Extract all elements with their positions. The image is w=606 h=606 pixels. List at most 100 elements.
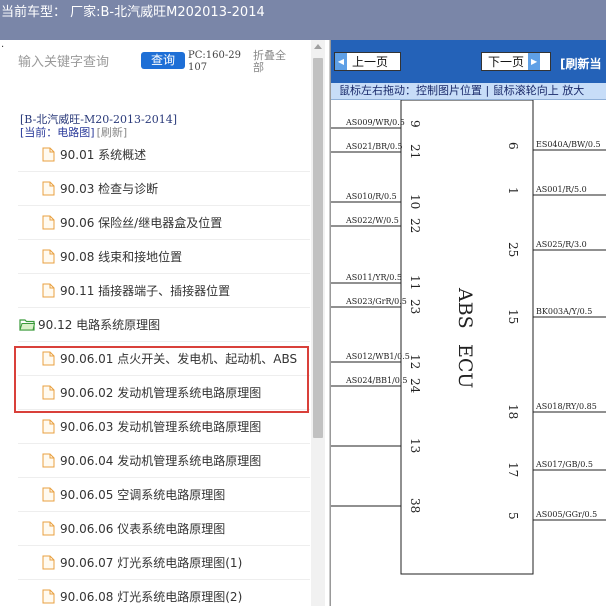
pin-number-right: 5 — [506, 512, 520, 520]
document-icon — [42, 453, 60, 468]
document-icon — [42, 249, 60, 264]
pin-number-left: 12 — [408, 354, 422, 369]
document-icon — [42, 215, 60, 230]
tree-item-label: 90.01 系统概述 — [60, 148, 147, 162]
pin-number-left: 9 — [408, 120, 422, 128]
document-icon — [42, 419, 60, 434]
collapse-all-button[interactable]: 折叠全部 — [253, 50, 293, 74]
prev-page-label: 上一页 — [352, 55, 389, 69]
wire-label-right: AS001/R/5.0 — [535, 185, 587, 194]
tree-item-label: 90.12 电路系统原理图 — [38, 318, 161, 332]
wire-label-left: AS010/R/0.5 — [345, 192, 397, 201]
pin-number-left: 38 — [408, 498, 422, 513]
tree-item-label: 90.06.01 点火开关、发电机、起动机、ABS — [60, 352, 298, 366]
scroll-thumb[interactable] — [313, 58, 323, 438]
tree-item[interactable]: 90.06.07 灯光系统电路原理图(1) — [18, 546, 310, 580]
pin-number-right: 6 — [506, 142, 520, 150]
wire-label-left: AS012/WB1/0.5 — [345, 352, 410, 361]
next-page-button[interactable]: 下一页 ▶ — [481, 52, 551, 71]
pin-number-right: 25 — [506, 242, 520, 257]
tree-item[interactable]: 90.01 系统概述 — [18, 138, 310, 172]
pin-number-right: 17 — [506, 462, 520, 477]
tree-item[interactable]: 90.06.04 发动机管理系统电路原理图 — [18, 444, 310, 478]
wire-label-left: AS021/BR/0.5 — [345, 142, 403, 151]
pin-number-right: 1 — [506, 187, 520, 195]
wire-label-right: AS025/R/3.0 — [535, 240, 587, 249]
wire-label-left: AS023/GrR/0.5 — [345, 297, 407, 306]
pin-number-left: 11 — [408, 275, 422, 290]
search-input[interactable] — [18, 53, 136, 71]
wire-label-left: AS009/WR/0.5 — [345, 118, 405, 127]
viewer-toolbar: ◀ 上一页 下一页 ▶ [刷新当 — [331, 40, 606, 83]
document-icon — [42, 181, 60, 196]
wire-label-left: AS022/W/0.5 — [345, 216, 399, 225]
pin-number-right: 15 — [506, 309, 520, 324]
tree-item[interactable]: 90.06.02 发动机管理系统电路原理图 — [18, 376, 310, 410]
tree-item[interactable]: 90.06.05 空调系统电路原理图 — [18, 478, 310, 512]
wire-label-left: AS011/YR/0.5 — [345, 273, 402, 282]
wiring-diagram[interactable]: ABS ECU AS009/WR/0.5 9 AS021/BR/0.5 21 AS010… — [331, 100, 606, 606]
wire-label-left: AS024/BB1/0.5 — [345, 376, 408, 385]
tree-item[interactable]: 90.06 保险丝/继电器盒及位置 — [18, 206, 310, 240]
wire-label-right: AS017/GB/0.5 — [535, 460, 593, 469]
tree-item-label: 90.06.06 仪表系统电路原理图 — [60, 522, 226, 536]
pin-number-left: 22 — [408, 218, 422, 233]
tree-item-label: 90.08 线束和接地位置 — [60, 250, 183, 264]
scroll-up-arrow-icon[interactable] — [314, 44, 322, 49]
tree-folder[interactable]: 90.12 电路系统原理图 — [18, 308, 310, 342]
document-icon — [42, 283, 60, 298]
document-icon — [42, 385, 60, 400]
pin-number-left: 21 — [408, 144, 422, 159]
pin-number-left: 24 — [408, 378, 422, 394]
wire-label-right: AS005/GGr/0.5 — [535, 510, 597, 519]
tree-item[interactable]: 90.11 插接器端子、插接器位置 — [18, 274, 310, 308]
tree-item-label: 90.11 插接器端子、插接器位置 — [60, 284, 231, 298]
tree-item-label: 90.06 保险丝/继电器盒及位置 — [60, 216, 223, 230]
tree-item[interactable]: 90.08 线束和接地位置 — [18, 240, 310, 274]
tree-item-label: 90.06.04 发动机管理系统电路原理图 — [60, 454, 262, 468]
document-icon — [42, 351, 60, 366]
tree-item[interactable]: 90.03 检查与诊断 — [18, 172, 310, 206]
ecu-label-line2: ECU — [454, 344, 476, 388]
tree-item[interactable]: 90.06.03 发动机管理系统电路原理图 — [18, 410, 310, 444]
document-icon — [42, 487, 60, 502]
header-bar: 当前车型： 厂家:B-北汽威旺M202013-2014 — [0, 0, 606, 40]
app-window: 当前车型： 厂家:B-北汽威旺M202013-2014 · 查询 PC:160-… — [0, 0, 606, 606]
wire-label-right: ES040A/BW/0.5 — [536, 140, 601, 149]
refresh-page-button[interactable]: [刷新当 — [560, 55, 602, 72]
header-title: 当前车型： 厂家:B-北汽威旺M202013-2014 — [1, 5, 265, 20]
next-page-label: 下一页 — [488, 55, 525, 69]
tree-item-label: 90.06.07 灯光系统电路原理图(1) — [60, 556, 243, 570]
tree-item[interactable]: 90.06.01 点火开关、发电机、起动机、ABS — [18, 342, 310, 376]
pin-number-left: 13 — [408, 438, 422, 453]
wire-label-right: AS018/RY/0.85 — [535, 402, 597, 411]
wire-label-right: BK003A/Y/0.5 — [536, 307, 592, 316]
diagram-viewer: ◀ 上一页 下一页 ▶ [刷新当 鼠标左右拖动：控制图片位置 | 鼠标滚轮向上 … — [330, 40, 606, 606]
pin-number-left: 10 — [408, 194, 422, 209]
document-icon — [42, 555, 60, 570]
query-button[interactable]: 查询 — [141, 52, 185, 69]
document-tree: 90.01 系统概述 90.03 检查与诊断 90.06 保险丝/继电器盒及位置 90… — [18, 138, 310, 606]
pc-code: PC:160-29107 — [188, 50, 241, 73]
document-icon — [42, 589, 60, 604]
document-icon — [42, 521, 60, 536]
ecu-label-line1: ABS — [454, 287, 476, 329]
folder-open-icon — [19, 318, 38, 331]
tree-item[interactable]: 90.06.06 仪表系统电路原理图 — [18, 512, 310, 546]
pin-number-right: 18 — [506, 404, 520, 419]
catalog-panel: · 查询 PC:160-29107 折叠全部 [B-北汽威旺-M20-2013-… — [0, 40, 330, 606]
tree-item-label: 90.06.08 灯光系统电路原理图(2) — [60, 590, 243, 604]
tree-item-label: 90.06.03 发动机管理系统电路原理图 — [60, 420, 262, 434]
pin-number-left: 23 — [408, 299, 422, 314]
scrollbar[interactable] — [311, 40, 325, 606]
right-arrow-icon: ▶ — [528, 53, 541, 70]
document-icon — [42, 147, 60, 162]
tree-item-label: 90.06.02 发动机管理系统电路原理图 — [60, 386, 262, 400]
tree-item-label: 90.03 检查与诊断 — [60, 182, 159, 196]
tree-item-label: 90.06.05 空调系统电路原理图 — [60, 488, 226, 502]
dot-mark: · — [1, 42, 5, 53]
hint-bar: 鼠标左右拖动：控制图片位置 | 鼠标滚轮向上 放大 — [331, 83, 606, 100]
left-arrow-icon: ◀ — [335, 53, 347, 70]
tree-item[interactable]: 90.06.08 灯光系统电路原理图(2) — [18, 580, 310, 606]
prev-page-button[interactable]: ◀ 上一页 — [334, 52, 401, 71]
